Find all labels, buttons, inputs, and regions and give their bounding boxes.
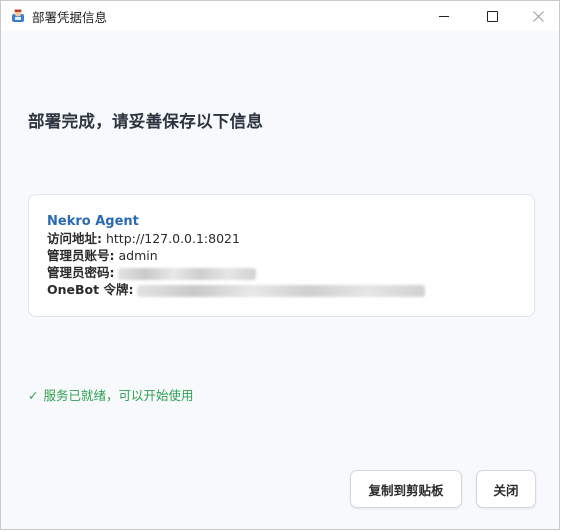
title-bar[interactable]: 部署凭据信息 — [1, 1, 559, 31]
credentials-card: Nekro Agent 访问地址: http://127.0.0.1:8021 … — [28, 194, 535, 317]
minimize-button[interactable] — [421, 1, 467, 31]
close-window-button[interactable] — [515, 1, 561, 31]
admin-account-label: 管理员账号: — [47, 248, 115, 263]
checkmark-icon: ✓ — [28, 388, 39, 403]
copy-to-clipboard-button[interactable]: 复制到剪贴板 — [350, 470, 462, 508]
access-url-label: 访问地址: — [47, 231, 102, 246]
admin-password-label: 管理员密码: — [47, 265, 115, 280]
window-title: 部署凭据信息 — [32, 10, 108, 25]
agent-name: Nekro Agent — [47, 214, 139, 229]
access-url-value[interactable]: http://127.0.0.1:8021 — [106, 231, 240, 246]
page-heading: 部署完成，请妥善保存以下信息 — [28, 112, 264, 131]
status-message: ✓ 服务已就绪，可以开始使用 — [28, 385, 194, 404]
onebot-token-label: OneBot 令牌: — [47, 282, 134, 297]
close-icon — [532, 7, 544, 26]
app-logo-icon — [10, 8, 26, 24]
minimize-icon — [439, 15, 449, 17]
close-button[interactable]: 关闭 — [476, 470, 536, 508]
admin-password-row: 管理员密码: — [47, 265, 257, 281]
admin-account-row: 管理员账号: admin — [47, 248, 158, 264]
admin-password-value-redacted — [118, 267, 257, 280]
onebot-token-row: OneBot 令牌: — [47, 282, 426, 298]
maximize-icon — [486, 10, 498, 22]
onebot-token-value-redacted — [137, 284, 426, 297]
deploy-credentials-window: 部署凭据信息 部署完成，请妥善保存以下信息 Nekro Agent 访问地址: … — [0, 0, 560, 530]
access-url-row: 访问地址: http://127.0.0.1:8021 — [47, 231, 240, 247]
maximize-button[interactable] — [469, 1, 515, 31]
status-text: 服务已就绪，可以开始使用 — [43, 388, 194, 403]
admin-account-value: admin — [118, 248, 158, 263]
